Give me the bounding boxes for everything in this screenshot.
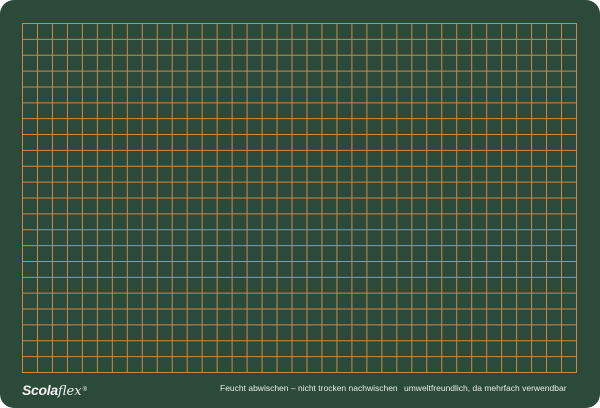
writing-board: Scolaflex® Feucht abwischen – nicht troc… xyxy=(0,0,600,408)
brand-logo-tail: flex xyxy=(57,384,82,399)
registered-mark: ® xyxy=(82,387,87,393)
square-grid xyxy=(22,23,577,373)
care-instruction: Feucht abwischen – nicht trocken nachwis… xyxy=(220,383,398,393)
board-footer: Scolaflex® Feucht abwischen – nicht troc… xyxy=(0,376,600,408)
brand-logo-main: Scola xyxy=(22,382,58,398)
brand-logo: Scolaflex® xyxy=(22,382,87,400)
eco-note: umweltfreundlich, da mehrfach verwendbar xyxy=(404,383,567,393)
